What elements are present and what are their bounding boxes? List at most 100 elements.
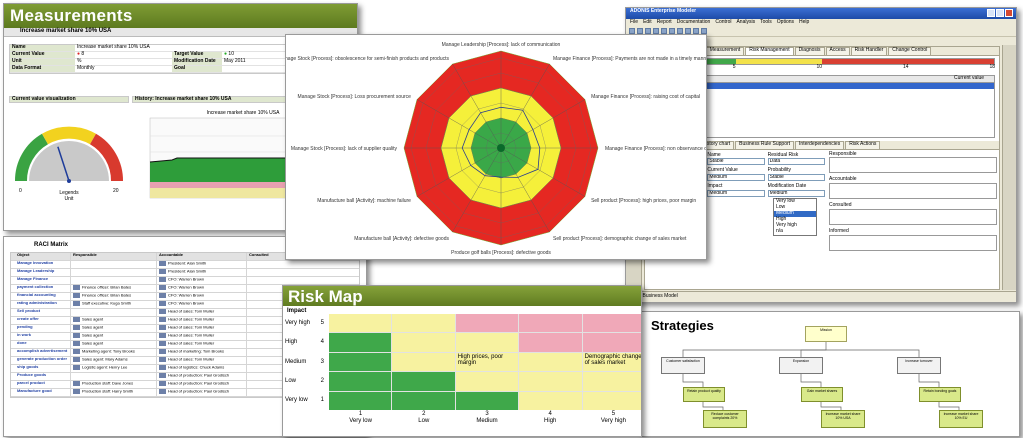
- role-icon: [159, 364, 166, 370]
- strategy-l1-1[interactable]: Expansion: [779, 357, 823, 374]
- strategy-l2-0[interactable]: Retain product quality: [683, 387, 725, 402]
- notebook-tab[interactable]: Risk Handler: [850, 47, 888, 55]
- raci-object[interactable]: financial accounting: [11, 292, 71, 300]
- risk-map-cell[interactable]: [329, 314, 392, 333]
- risk-map-cell[interactable]: [329, 333, 392, 352]
- field-input[interactable]: Data: [767, 158, 825, 166]
- strategy-l3-1[interactable]: Increase market share 10% USA: [821, 410, 865, 428]
- raci-object[interactable]: parcel product: [11, 380, 71, 388]
- risk-map-cell[interactable]: [582, 314, 641, 333]
- detail-tab[interactable]: Business Rule Support: [735, 140, 795, 149]
- notebook-tab[interactable]: Measurement: [705, 47, 745, 55]
- risk-map-cell[interactable]: [392, 391, 455, 410]
- risk-map-cell[interactable]: [519, 391, 582, 410]
- prop-value[interactable]: Increase market share 10% USA: [75, 44, 172, 51]
- raci-group-list[interactable]: [829, 183, 997, 199]
- risk-map-cell[interactable]: [455, 391, 519, 410]
- role-icon: [159, 308, 166, 314]
- raci-object[interactable]: Manage Innovation: [11, 260, 71, 268]
- raci-object[interactable]: accomplish advertisement: [11, 348, 71, 356]
- menu-item[interactable]: Edit: [643, 19, 652, 26]
- minimize-button[interactable]: [987, 9, 995, 17]
- notebook-tab[interactable]: Change Control: [888, 47, 932, 55]
- risk-map-cell[interactable]: [392, 372, 455, 391]
- strategy-l1-0[interactable]: Customer satisfaction: [661, 357, 705, 374]
- risk-map-cell[interactable]: [329, 391, 392, 410]
- strategy-l3-2[interactable]: Increase market share 10% EU: [939, 410, 983, 428]
- field-input[interactable]: Medium: [767, 189, 825, 197]
- detail-tab[interactable]: Interdependencies: [795, 140, 845, 149]
- raci-object[interactable]: Manufacture good: [11, 388, 71, 396]
- risk-map-row-label: Low 2: [285, 372, 327, 391]
- risk-map-cell[interactable]: [392, 314, 455, 333]
- menu-item[interactable]: Control: [715, 19, 731, 26]
- prop-value[interactable]: ● 8: [75, 51, 172, 58]
- strategy-root[interactable]: Mission: [805, 326, 847, 342]
- maximize-button[interactable]: [996, 9, 1004, 17]
- risk-map-cell[interactable]: [455, 314, 519, 333]
- detail-tab[interactable]: Risk Actions: [845, 140, 881, 149]
- raci-object[interactable]: rating administration: [11, 300, 71, 308]
- risk-map-cell[interactable]: [519, 372, 582, 391]
- raci-object[interactable]: generate production order: [11, 356, 71, 364]
- role-icon: [73, 292, 80, 298]
- risk-map-cell[interactable]: [519, 314, 582, 333]
- raci-object[interactable]: in work: [11, 332, 71, 340]
- risk-map-cell[interactable]: High prices, poor margin: [455, 352, 519, 372]
- notebook-tab[interactable]: Access: [825, 47, 850, 55]
- raci-group-list[interactable]: [829, 234, 997, 251]
- risk-map-cell[interactable]: [455, 372, 519, 391]
- menu-item[interactable]: Documentation: [677, 19, 711, 26]
- raci-group-list[interactable]: [829, 157, 997, 174]
- close-button[interactable]: [1005, 9, 1013, 17]
- menu-item[interactable]: Options: [777, 19, 794, 26]
- risk-map-cell[interactable]: [582, 372, 641, 391]
- raci-object[interactable]: Produce goods: [11, 372, 71, 380]
- field-input[interactable]: Stable: [767, 174, 825, 181]
- menu-item[interactable]: Help: [799, 19, 809, 26]
- notebook-tab[interactable]: Diagnosis: [794, 47, 825, 55]
- risk-map-cell[interactable]: [392, 352, 455, 372]
- strategy-l2-2[interactable]: Retain bonding goals: [919, 387, 961, 402]
- raci-object[interactable]: payment collection: [11, 284, 71, 292]
- menu-item[interactable]: Analysis: [736, 19, 755, 26]
- risk-map-cell[interactable]: [455, 333, 519, 352]
- radar-axis-label: Sell product [Process]: high prices, poo…: [591, 198, 696, 204]
- raci-object[interactable]: done: [11, 340, 71, 348]
- raci-responsible: Production staff: Dave Jones: [71, 381, 157, 388]
- menu-item[interactable]: Report: [657, 19, 672, 26]
- risk-map-cell[interactable]: [519, 333, 582, 352]
- risk-map-cell[interactable]: [582, 391, 641, 410]
- risk-map-cell[interactable]: [519, 352, 582, 372]
- col-num: 1: [358, 411, 363, 417]
- prop-value[interactable]: Monthly: [75, 65, 172, 72]
- field-input[interactable]: Stable: [707, 158, 765, 166]
- risk-map-row-label: Medium 3: [285, 352, 327, 371]
- risk-map-cell[interactable]: [392, 333, 455, 352]
- strategy-l3-0[interactable]: Reduce customer complaints 20%: [703, 410, 747, 428]
- right-tool-strip: [1002, 45, 1016, 290]
- raci-object[interactable]: create offer: [11, 316, 71, 324]
- raci-object[interactable]: pending: [11, 324, 71, 332]
- radar-center: [497, 144, 505, 152]
- raci-object[interactable]: Sell product: [11, 308, 71, 316]
- impact-dropdown[interactable]: Very low Low Medium High Very high n/a: [773, 197, 817, 236]
- raci-object[interactable]: Manage Finance: [11, 276, 71, 284]
- field-input[interactable]: Medium: [707, 174, 765, 181]
- menu-item[interactable]: Tools: [760, 19, 772, 26]
- strategy-l2-1[interactable]: Gain market shares: [801, 387, 843, 402]
- field-input[interactable]: Medium: [707, 189, 765, 197]
- risk-map-cell[interactable]: [329, 352, 392, 372]
- raci-responsible: Staff executive: Kuga Smith: [71, 301, 157, 308]
- menu-item[interactable]: File: [630, 19, 638, 26]
- raci-object[interactable]: Manage Leadership: [11, 268, 71, 276]
- dropdown-option[interactable]: n/a: [774, 228, 816, 235]
- risk-map-cell[interactable]: [582, 333, 641, 352]
- risk-map-cell[interactable]: [329, 372, 392, 391]
- raci-responsible: Sales agent: [71, 325, 157, 332]
- raci-object[interactable]: ship goods: [11, 364, 71, 372]
- risk-map-cell[interactable]: Demographic change of sales market: [582, 352, 641, 372]
- strategy-l1-2[interactable]: Increase turnover: [897, 357, 941, 374]
- notebook-tab[interactable]: Risk Management: [745, 47, 794, 55]
- raci-group-list[interactable]: [829, 208, 997, 225]
